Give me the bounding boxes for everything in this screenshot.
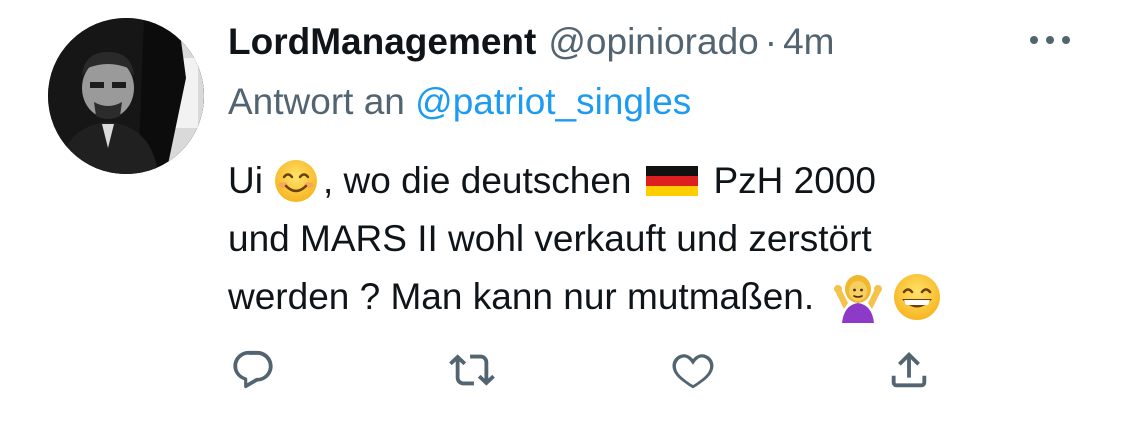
tweet-header: LordManagement @opiniorado · 4m xyxy=(228,18,834,66)
text-segment: PzH 2000 xyxy=(713,160,877,201)
more-options-button[interactable] xyxy=(1026,30,1074,50)
text-segment: und MARS II wohl verkauft und zerstört xyxy=(228,218,872,259)
reply-icon xyxy=(233,350,273,389)
person-shrugging-emoji xyxy=(832,271,884,323)
like-button[interactable] xyxy=(666,343,720,397)
separator-dot: · xyxy=(764,21,778,62)
text-segment: Ui xyxy=(228,160,263,201)
reply-prefix: Antwort an xyxy=(228,81,405,122)
reply-context: Antwort an @patriot_singles xyxy=(228,78,691,126)
tweet-text-line-1: Ui , wo die deutschen PzH 2000 xyxy=(228,152,1088,210)
tweet-text-line-3: werden ? Man kann nur mutmaßen. xyxy=(228,268,1088,326)
timestamp[interactable]: 4m xyxy=(783,18,834,66)
germany-flag-emoji xyxy=(645,166,698,196)
text-segment: werden ? Man kann nur mutmaßen. xyxy=(228,276,815,317)
share-button[interactable] xyxy=(882,343,936,397)
tweet-actions xyxy=(226,343,946,397)
reply-button[interactable] xyxy=(226,343,280,397)
text-segment: , wo die deutschen xyxy=(322,160,632,201)
grinning-face-emoji xyxy=(892,272,942,322)
like-icon xyxy=(672,354,714,389)
tweet-text: Ui , wo die deutschen PzH 2000 und MARS … xyxy=(228,152,1088,326)
user-handle[interactable]: @opiniorado xyxy=(548,18,758,66)
tweet-text-line-2: und MARS II wohl verkauft und zerstört xyxy=(228,210,1088,268)
reply-to-handle[interactable]: @patriot_singles xyxy=(415,81,691,122)
more-icon xyxy=(1030,36,1070,44)
display-name[interactable]: LordManagement xyxy=(228,18,536,66)
retweet-button[interactable] xyxy=(445,343,499,397)
retweet-icon xyxy=(449,354,495,386)
smiling-face-emoji xyxy=(273,158,319,204)
share-icon xyxy=(891,351,927,388)
avatar[interactable] xyxy=(48,18,204,174)
